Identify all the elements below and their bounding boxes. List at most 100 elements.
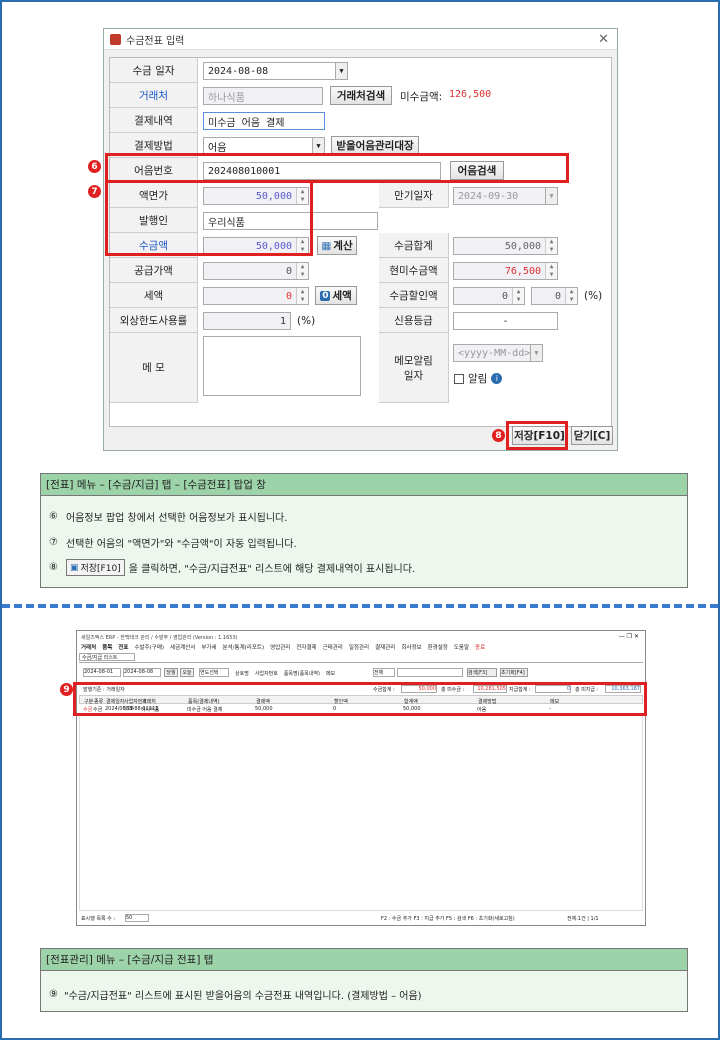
client-input[interactable]: 하나식품: [203, 87, 323, 105]
highlight-amounts: [105, 180, 313, 256]
tab-rule: [79, 662, 643, 663]
tax-input: 0 ▲ ▼: [203, 287, 309, 305]
menu-item[interactable]: 전표: [118, 643, 128, 651]
tax-value: 0: [285, 290, 292, 302]
note-1-line-3: ⑧ ▣ 저장[F10] 을 클릭하면, "수금/지급전표" 리스트에 해당 결제내…: [49, 559, 415, 576]
memo-label: 메 모: [110, 333, 198, 403]
filter-select[interactable]: 전체: [373, 668, 395, 677]
method-value: 어음: [208, 142, 227, 154]
date-input[interactable]: 2024-08-08 ▼: [203, 62, 348, 80]
search-radio[interactable]: 품목명(품목내역): [284, 670, 320, 677]
menu-item[interactable]: 전자결제: [296, 643, 316, 651]
discount-value-1: 0: [501, 290, 508, 302]
menu-item[interactable]: 세금계산서: [170, 643, 195, 651]
menu-item[interactable]: 거래처: [81, 643, 96, 651]
date-from[interactable]: 2024-08-01: [83, 668, 121, 677]
date-to[interactable]: 2024-08-08: [123, 668, 161, 677]
erp-window: 세일즈엑스 ERP - 한백테크 관리 / 수발주 / 영업관리 (Versio…: [76, 630, 646, 926]
menu-item[interactable]: 근태관리: [323, 643, 343, 651]
dropdown-icon[interactable]: ▼: [335, 63, 347, 79]
date-label: 수금 일자: [110, 58, 198, 83]
dropdown-icon[interactable]: ▼: [312, 138, 324, 154]
menu-item[interactable]: 결재관리: [375, 643, 395, 651]
calc-button[interactable]: ▦ 계산: [317, 236, 357, 255]
menu-item[interactable]: 부가세: [201, 643, 216, 651]
menu-item[interactable]: 종료: [475, 643, 485, 651]
app-icon: [110, 33, 121, 45]
memo-textarea[interactable]: [203, 336, 361, 396]
search-input[interactable]: [397, 668, 463, 677]
note-1-text-1: 어음정보 팝업 창에서 선택한 어음정보가 표시됩니다.: [65, 513, 288, 524]
discount-label: 수금할인액: [379, 283, 449, 308]
search-button[interactable]: 검색[F3]: [467, 668, 497, 677]
footer-rows-select[interactable]: 50: [125, 914, 149, 922]
menu-item[interactable]: 영업관리: [270, 643, 290, 651]
detail-input[interactable]: 미수금 어음 결제: [203, 112, 325, 130]
today-button[interactable]: 오늘: [180, 668, 194, 677]
discount-input-2[interactable]: 0 ▲ ▼: [531, 287, 578, 305]
search-radio[interactable]: 상호명: [235, 670, 249, 677]
unpaid-value: 126,500: [449, 89, 492, 100]
spinner-icon: ▲ ▼: [296, 288, 308, 304]
spinner-icon: ▲ ▼: [545, 263, 557, 279]
inline-save-button: ▣ 저장[F10]: [65, 559, 125, 576]
note-2-text: "수금/지급전표" 리스트에 표시된 받을어음의 수금전표 내역입니다. (결제…: [63, 991, 422, 1002]
menu-item[interactable]: 일정관리: [349, 643, 369, 651]
num-9: ⑨: [49, 989, 58, 1000]
alarm-checkbox[interactable]: [454, 373, 464, 384]
grade-input: -: [453, 312, 558, 330]
note-1-line-2: ⑦ 선택한 어음의 "액면가"와 "수금액"이 자동 입력됩니다.: [49, 535, 297, 550]
client-value: 하나식품: [208, 92, 245, 104]
window-controls[interactable]: — ❐ ✕: [619, 633, 639, 640]
tab-receipt-list[interactable]: 수금/지급 리스트: [79, 653, 135, 661]
menu-item[interactable]: 수발주(구매): [134, 643, 164, 651]
supply-label: 공급가액: [110, 258, 198, 283]
total-value: 50,000: [504, 240, 541, 252]
menu-item[interactable]: 환경설정: [428, 643, 448, 651]
note-1-line-1: ⑥ 어음정보 팝업 창에서 선택한 어음정보가 표시됩니다.: [49, 509, 287, 524]
menu-item[interactable]: 분석/통계(리포트): [223, 643, 265, 651]
zero-icon: 0: [320, 290, 331, 301]
note-1-header: [전표] 메뉴 – [수금/지급] 탭 – [수금전표] 팝업 창: [41, 474, 687, 496]
close-button[interactable]: 닫기[C]: [571, 426, 613, 445]
app-title: 세일즈엑스 ERP - 한백테크 관리 / 수발주 / 영업관리 (Versio…: [81, 635, 238, 641]
alarm-checkbox-group[interactable]: 알림 i: [454, 371, 503, 386]
menu-item[interactable]: 품목: [102, 643, 112, 651]
badge-6: 6: [88, 160, 101, 173]
num-7: ⑦: [49, 537, 58, 548]
reset-button[interactable]: 초기화[F4]: [500, 668, 528, 677]
dropdown-icon[interactable]: ▼: [530, 345, 542, 361]
client-label: 거래처: [110, 83, 198, 108]
menu-item[interactable]: 도움말: [454, 643, 469, 651]
detail-value: 미수금 어음 결제: [208, 117, 285, 129]
tax-button[interactable]: 0 세액: [315, 286, 357, 305]
due-value: 2024-09-30: [458, 190, 519, 202]
menu-item[interactable]: 회사정보: [401, 643, 421, 651]
year-select[interactable]: 연도선택: [199, 668, 229, 677]
inline-save-label: 저장[F10]: [80, 564, 121, 574]
discount-input-1[interactable]: 0 ▲ ▼: [453, 287, 525, 305]
alarm-date-input[interactable]: <yyyy-MM-dd> ▼: [453, 344, 543, 362]
spinner-icon: ▲ ▼: [565, 288, 577, 304]
highlight-save: [506, 421, 568, 450]
close-icon[interactable]: ✕: [598, 32, 609, 47]
credit-input: 1: [203, 312, 291, 330]
due-label: 만기일자: [379, 183, 449, 208]
total-label: 수금합계: [379, 233, 449, 258]
client-search-button[interactable]: 거래처검색: [330, 86, 392, 105]
dropdown-icon: ▼: [545, 188, 557, 204]
search-radio[interactable]: 메모: [326, 670, 335, 677]
search-radios[interactable]: 상호명 사업자번호 품목명(품목내역) 메모: [235, 670, 335, 677]
dialog-title: 수금전표 입력: [126, 35, 185, 47]
divider: [2, 604, 718, 608]
month-button[interactable]: 당월: [164, 668, 178, 677]
table-body: [79, 715, 643, 911]
footer-page: 전체:1건 | 1/1: [567, 916, 599, 922]
search-radio[interactable]: 사업자번호: [255, 670, 278, 677]
highlight-list-row: [73, 682, 647, 716]
info-icon[interactable]: i: [491, 373, 503, 384]
total-input: 50,000 ▲ ▼: [453, 237, 558, 255]
tax-label: 세액: [110, 283, 198, 308]
percent-label: (%): [584, 290, 603, 302]
note-1-text-2: 선택한 어음의 "액면가"와 "수금액"이 자동 입력됩니다.: [65, 539, 297, 550]
